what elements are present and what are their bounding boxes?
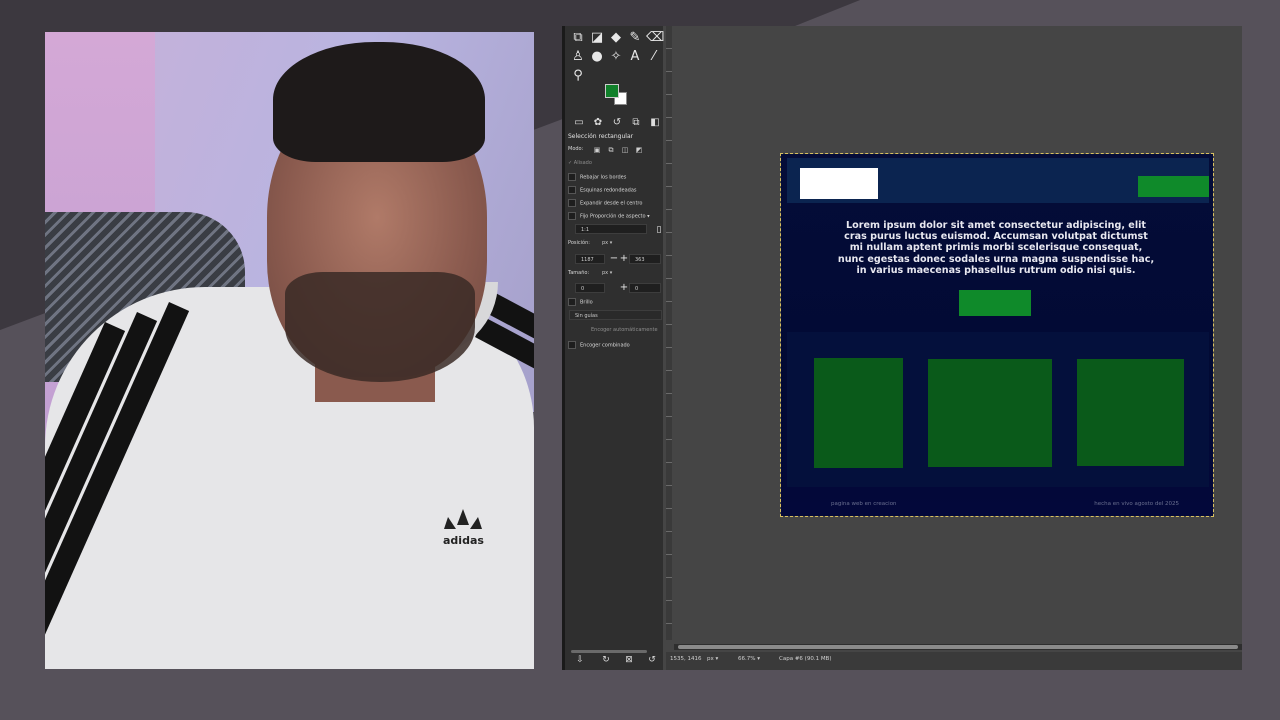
portrait-landscape-icon[interactable]: ▯ — [651, 222, 667, 238]
save-options-icon[interactable]: ⇩ — [575, 654, 585, 666]
checkbox-icon — [568, 199, 576, 207]
expand-center-label: Expandir desde el centro — [580, 200, 643, 207]
highlight-label: Brillo — [580, 299, 593, 306]
feather-option[interactable]: Rebajar los bordes — [568, 173, 626, 181]
toolbox-panel: ⧉ ◪ ◆ ✎ ⌫ ♙ ● ✧ A ⁄ ⚲ ▭ ✿ ↺ ⧉ ◧ Selecció… — [562, 26, 664, 670]
color-swatches[interactable] — [605, 84, 629, 108]
paths-tool-icon[interactable]: ✧ — [608, 49, 624, 65]
status-bar: 1535, 1416 px ▾ 66.7% ▾ Capa #6 (90.1 MB… — [666, 652, 1242, 670]
fixed-label: Fijo — [580, 213, 589, 220]
mockup-footer-left: pagina web en creacion — [831, 501, 897, 507]
dock-tabs: ▭ ✿ ↺ ⧉ ◧ — [568, 116, 662, 130]
position-unit: px — [602, 240, 609, 246]
webcam-feed: adidas — [45, 32, 534, 669]
mockup-logo-placeholder — [800, 168, 878, 199]
rounded-label: Esquinas redondeadas — [580, 187, 637, 194]
transform-tool-icon[interactable]: ◪ — [589, 30, 605, 46]
mockup-footer-right: hecha en vivo agosto del 2025 — [1094, 501, 1179, 507]
expand-center-option[interactable]: Expandir desde el centro — [568, 199, 642, 207]
mode-add-icon[interactable]: ⧉ — [606, 145, 616, 155]
guides-select[interactable]: Sin guías — [569, 310, 662, 320]
antialias-option[interactable]: ✓ Alisado — [568, 160, 592, 166]
fixed-option[interactable]: Fijo Proporción de aspecto ▾ — [568, 212, 650, 220]
shirt-brand-text: adidas — [443, 534, 484, 547]
feather-label: Rebajar los bordes — [580, 174, 627, 181]
pointer-coords: 1535, 1416 — [670, 656, 702, 662]
checkbox-icon — [568, 341, 576, 349]
horizontal-scrollbar[interactable] — [674, 644, 1242, 650]
foreground-color-swatch[interactable] — [605, 84, 619, 98]
size-h-field[interactable]: 0 — [629, 283, 661, 293]
tool-options-tab-icon[interactable]: ▭ — [572, 116, 586, 130]
gimp-window: ⧉ ◪ ◆ ✎ ⌫ ♙ ● ✧ A ⁄ ⚲ ▭ ✿ ↺ ⧉ ◧ Selecció… — [562, 26, 1242, 670]
unit-select[interactable]: px ▾ — [707, 656, 718, 662]
mode-label: Modo: — [568, 146, 584, 152]
layers-tab-icon[interactable]: ⧉ — [629, 116, 643, 130]
move-tool-icon[interactable]: ⧉ — [570, 30, 586, 46]
mockup-card — [928, 359, 1052, 467]
reset-options-icon[interactable]: ↺ — [647, 654, 657, 666]
scrollbar-thumb[interactable] — [678, 645, 1238, 649]
position-y-field[interactable]: 363 — [629, 254, 661, 264]
configure-tab-icon[interactable]: ◧ — [648, 116, 662, 130]
position-label: Posición: — [568, 240, 590, 246]
restore-options-icon[interactable]: ↻ — [601, 654, 611, 666]
paintbrush-icon[interactable]: ✎ — [627, 30, 643, 46]
brushes-tab-icon[interactable]: ✿ — [591, 116, 605, 130]
antialias-label: Alisado — [573, 160, 592, 166]
mockup-cards-section — [787, 332, 1209, 487]
layer-info: Capa #6 (90.1 MB) — [779, 656, 832, 662]
checkbox-icon — [568, 298, 576, 306]
zoom-select[interactable]: 66.7% ▾ — [738, 656, 760, 662]
autoshrink-button[interactable]: Encoger automáticamente — [591, 327, 658, 333]
checkbox-icon — [568, 212, 576, 220]
rounded-option[interactable]: Esquinas redondeadas — [568, 186, 637, 194]
mode-replace-icon[interactable]: ▣ — [592, 145, 602, 155]
size-unit-select[interactable]: px ▾ — [602, 268, 612, 278]
size-label: Tamaño: — [568, 270, 590, 276]
mockup-card — [1077, 359, 1184, 466]
tool-options-title: Selección rectangular — [568, 133, 634, 140]
delete-options-icon[interactable]: ⊠ — [624, 654, 634, 666]
ratio-field[interactable]: 1:1 — [575, 224, 647, 234]
unit-value: px — [707, 656, 714, 662]
shrink-merged-option[interactable]: Encoger combinado — [568, 341, 630, 349]
undo-history-tab-icon[interactable]: ↺ — [610, 116, 624, 130]
toolbox-footer: ⇩ ↻ ⊠ ↺ — [569, 654, 662, 668]
size-unit: px — [602, 270, 609, 276]
zoom-tool-icon[interactable]: ⚲ — [570, 68, 586, 84]
trefoil-logo-icon — [444, 509, 482, 529]
mockup-header — [787, 158, 1209, 203]
text-tool-icon[interactable]: A — [627, 49, 643, 65]
highlight-option[interactable]: Brillo — [568, 298, 593, 306]
mockup-hero-text: Lorem ipsum dolor sit amet consectetur a… — [837, 220, 1155, 276]
fixed-value-select[interactable]: Proporción de aspecto — [590, 214, 646, 220]
webcam-beard — [285, 272, 475, 382]
color-picker-icon[interactable]: ⁄ — [646, 49, 662, 65]
checkbox-icon — [568, 186, 576, 194]
size-w-field[interactable]: 0 — [575, 283, 605, 293]
mockup-nav-button — [1138, 176, 1209, 197]
zoom-value: 66.7% — [738, 656, 756, 662]
position-unit-select[interactable]: px ▾ — [602, 238, 612, 248]
toolbox-scrollbar[interactable] — [571, 650, 647, 653]
position-x-field[interactable]: 1187 — [575, 254, 605, 264]
clone-tool-icon[interactable]: ♙ — [570, 49, 586, 65]
checkbox-icon — [568, 173, 576, 181]
shrink-merged-label: Encoger combinado — [580, 342, 630, 349]
webcam-hair — [273, 42, 485, 162]
mockup-cta-button — [959, 290, 1031, 316]
mode-subtract-icon[interactable]: ◫ — [620, 145, 630, 155]
smudge-tool-icon[interactable]: ● — [589, 49, 605, 65]
canvas-image[interactable]: Lorem ipsum dolor sit amet consectetur a… — [780, 153, 1214, 517]
eraser-icon[interactable]: ⌫ — [646, 30, 664, 46]
mode-intersect-icon[interactable]: ◩ — [634, 145, 644, 155]
bucket-fill-icon[interactable]: ◆ — [608, 30, 624, 46]
mockup-card — [814, 358, 903, 468]
